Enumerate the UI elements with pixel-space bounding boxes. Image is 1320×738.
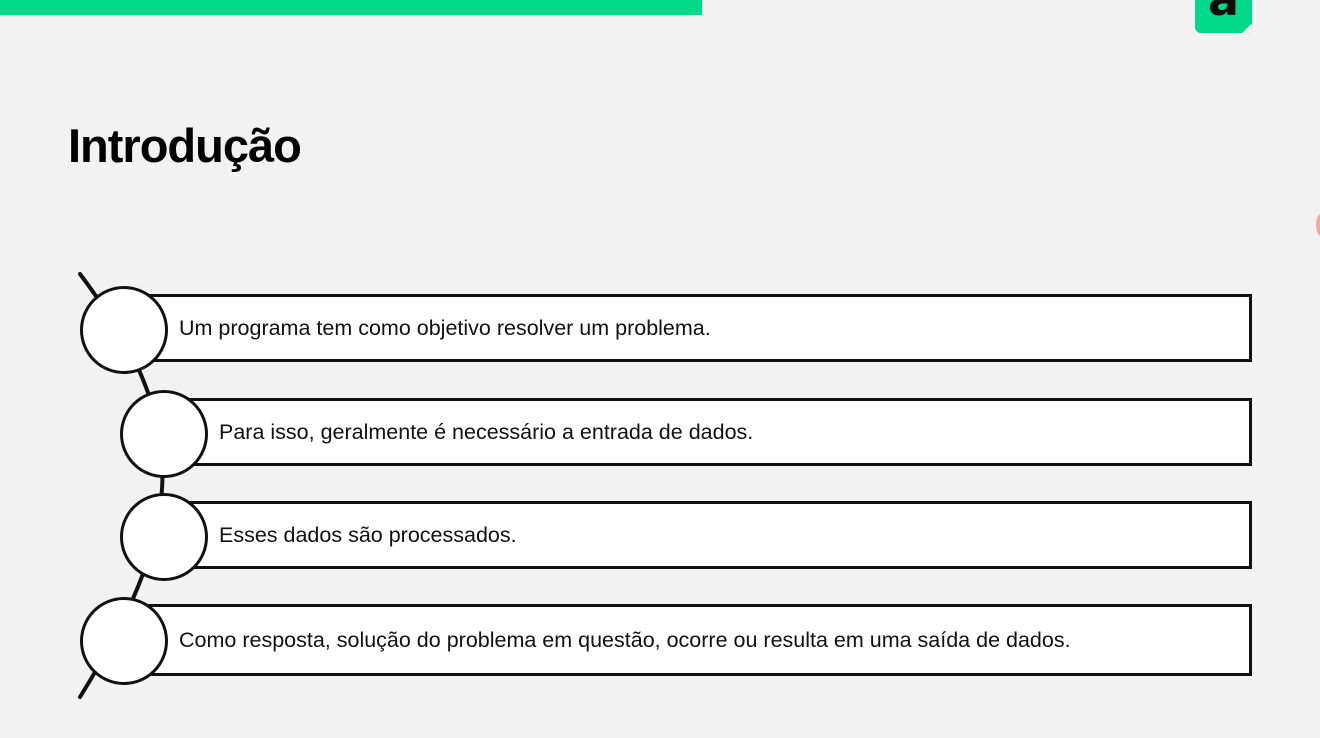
- step-text-3: Esses dados são processados.: [219, 523, 517, 547]
- step-box-4: Como resposta, solução do problema em qu…: [140, 604, 1252, 676]
- brand-logo-notch: [1241, 24, 1252, 33]
- step-box-3: Esses dados são processados.: [180, 501, 1252, 569]
- step-text-4: Como resposta, solução do problema em qu…: [179, 628, 1071, 652]
- step-circle-3: [120, 493, 208, 581]
- step-text-1: Um programa tem como objetivo resolver u…: [179, 316, 711, 340]
- step-circle-2: [120, 390, 208, 478]
- step-circle-1: [80, 286, 168, 374]
- edge-marker: [1316, 214, 1320, 236]
- step-box-2: Para isso, geralmente é necessário a ent…: [180, 398, 1252, 466]
- brand-logo-letter: a: [1195, 0, 1252, 22]
- step-text-2: Para isso, geralmente é necessário a ent…: [219, 420, 754, 444]
- brand-logo: a: [1195, 0, 1252, 33]
- step-circle-4: [80, 597, 168, 685]
- step-box-1: Um programa tem como objetivo resolver u…: [140, 294, 1252, 362]
